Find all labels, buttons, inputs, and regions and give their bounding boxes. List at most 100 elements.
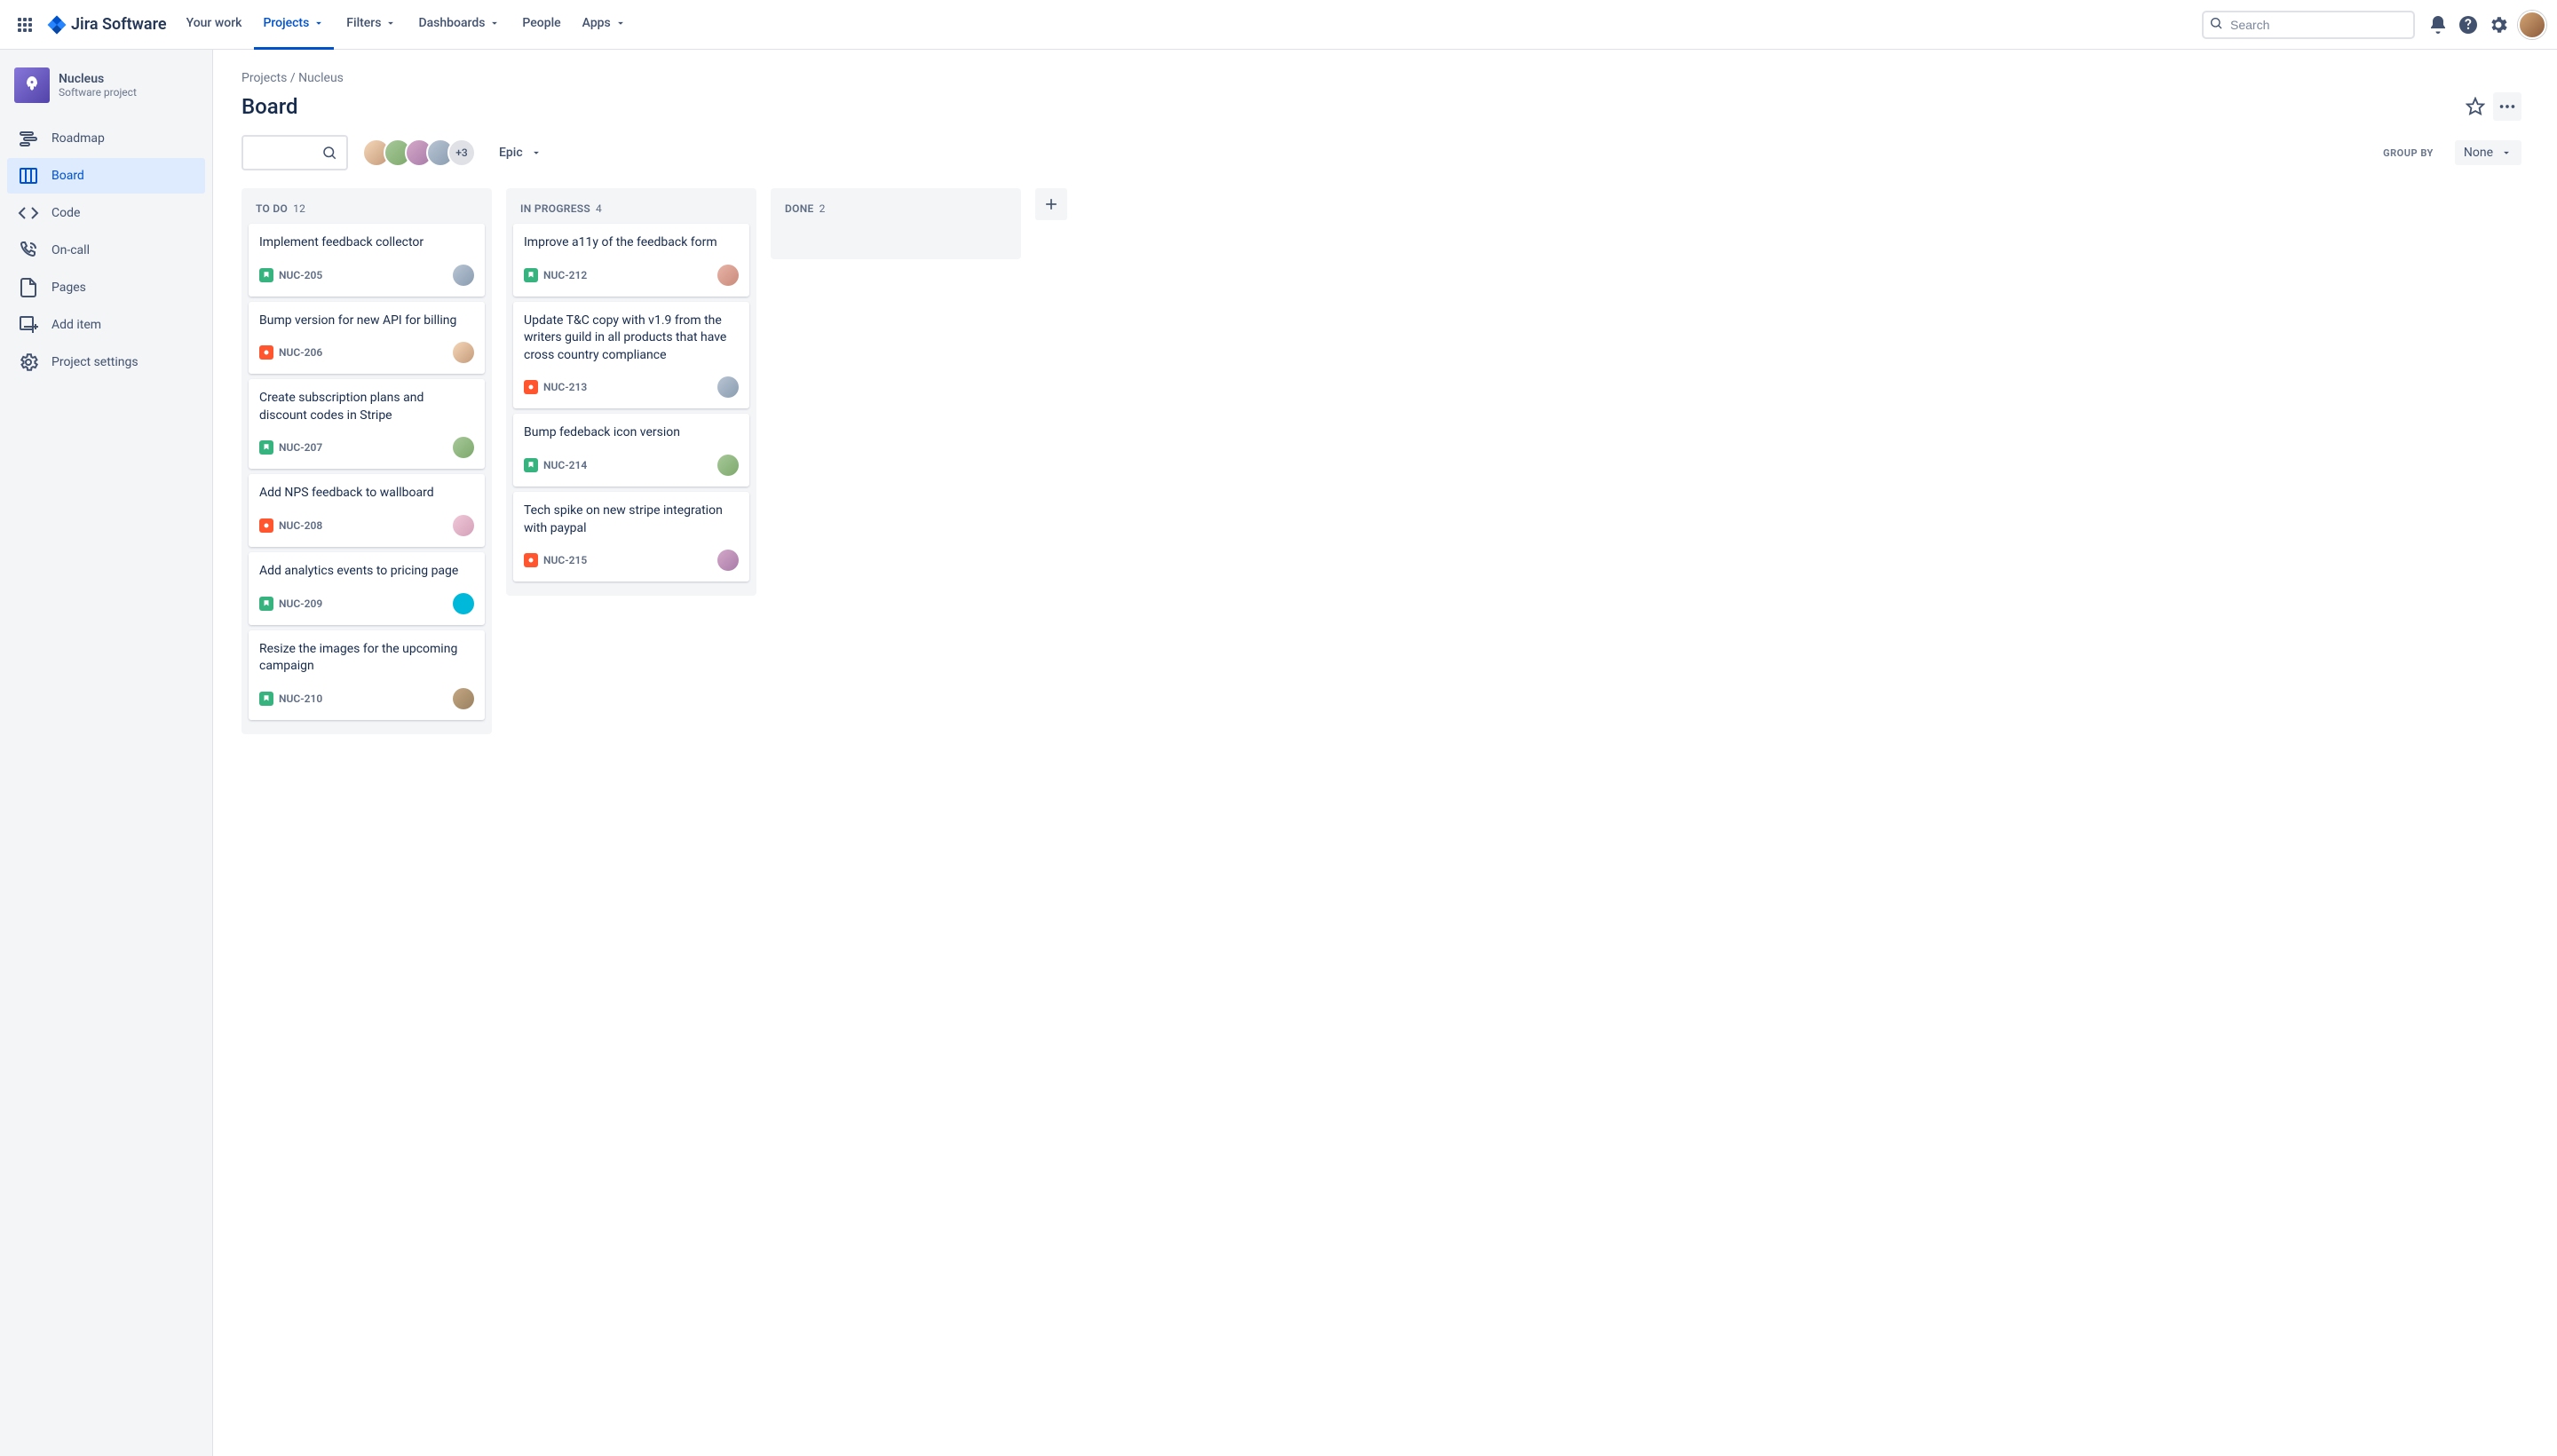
nav-item-filters[interactable]: Filters bbox=[337, 0, 406, 50]
nav-item-people[interactable]: People bbox=[513, 0, 569, 50]
issue-type-story-icon bbox=[524, 268, 538, 282]
assignee-filter-avatars: +3 bbox=[362, 138, 476, 167]
issue-type-story-icon bbox=[259, 268, 273, 282]
issue-type-bug-icon bbox=[524, 553, 538, 567]
sidebar-item-project-settings[interactable]: Project settings bbox=[7, 344, 205, 380]
issue-title: Add NPS feedback to wallboard bbox=[259, 485, 474, 502]
issue-card[interactable]: Bump version for new API for billingNUC-… bbox=[249, 302, 485, 375]
sidebar-item-add-item[interactable]: Add item bbox=[7, 307, 205, 343]
sidebar-item-roadmap[interactable]: Roadmap bbox=[7, 121, 205, 156]
assignee-avatar[interactable] bbox=[453, 515, 474, 536]
sidebar-item-label: Roadmap bbox=[51, 131, 105, 146]
issue-key: NUC-206 bbox=[279, 346, 322, 359]
issue-type-bug-icon bbox=[259, 518, 273, 533]
board-column-done: DONE2 bbox=[771, 188, 1021, 259]
jira-logo[interactable]: Jira Software bbox=[46, 14, 167, 36]
breadcrumb-parent[interactable]: Projects bbox=[241, 71, 287, 85]
global-search[interactable] bbox=[2202, 11, 2415, 39]
notifications-button[interactable] bbox=[2424, 11, 2452, 39]
sidebar-item-code[interactable]: Code bbox=[7, 195, 205, 231]
column-header[interactable]: IN PROGRESS4 bbox=[511, 197, 751, 224]
help-button[interactable] bbox=[2454, 11, 2482, 39]
assignee-avatar[interactable] bbox=[453, 688, 474, 709]
add-column-button[interactable] bbox=[1035, 188, 1067, 220]
additem-icon bbox=[18, 314, 39, 336]
sidebar-item-pages[interactable]: Pages bbox=[7, 270, 205, 305]
nav-item-projects[interactable]: Projects bbox=[254, 0, 334, 50]
issue-title: Add analytics events to pricing page bbox=[259, 563, 474, 581]
issue-key: NUC-207 bbox=[279, 441, 322, 454]
issue-key: NUC-210 bbox=[279, 692, 322, 705]
assignee-avatar[interactable] bbox=[717, 265, 739, 286]
star-button[interactable] bbox=[2461, 92, 2490, 121]
top-navigation: Jira Software Your work Projects Filters Da… bbox=[0, 0, 2557, 50]
sidebar-item-board[interactable]: Board bbox=[7, 158, 205, 194]
more-button[interactable] bbox=[2493, 92, 2521, 121]
issue-card[interactable]: Add analytics events to pricing pageNUC-… bbox=[249, 552, 485, 625]
assignee-avatar[interactable] bbox=[453, 342, 474, 363]
kanban-board: TO DO12Implement feedback collectorNUC-2… bbox=[241, 188, 2521, 734]
epic-filter-button[interactable]: Epic bbox=[490, 140, 551, 165]
issue-card[interactable]: Update T&C copy with v1.9 from the write… bbox=[513, 302, 749, 409]
assignee-avatar[interactable] bbox=[717, 455, 739, 476]
sidebar-item-label: Pages bbox=[51, 281, 86, 295]
roadmap-icon bbox=[18, 128, 39, 149]
oncall-icon bbox=[18, 240, 39, 261]
sidebar-item-on-call[interactable]: On-call bbox=[7, 233, 205, 268]
board-search[interactable] bbox=[241, 135, 348, 170]
jira-logo-icon bbox=[46, 14, 67, 36]
nav-item-label: Apps bbox=[582, 16, 611, 30]
breadcrumb: Projects / Nucleus bbox=[241, 71, 2521, 85]
rocket-icon bbox=[21, 75, 43, 96]
groupby-select[interactable]: None bbox=[2455, 140, 2521, 165]
assignee-avatar[interactable] bbox=[453, 437, 474, 458]
issue-card[interactable]: Improve a11y of the feedback formNUC-212 bbox=[513, 224, 749, 297]
main-content: Projects / Nucleus Board +3 bbox=[213, 50, 2557, 1456]
sidebar-item-label: On-call bbox=[51, 243, 90, 257]
groupby-value: None bbox=[2464, 146, 2493, 160]
issue-card[interactable]: Add NPS feedback to wallboardNUC-208 bbox=[249, 474, 485, 547]
settings-button[interactable] bbox=[2484, 11, 2513, 39]
issue-card[interactable]: Bump fedeback icon version NUC-214 bbox=[513, 414, 749, 487]
issue-type-story-icon bbox=[524, 458, 538, 472]
project-header[interactable]: Nucleus Software project bbox=[7, 67, 205, 121]
issue-key: NUC-212 bbox=[543, 269, 587, 281]
column-header[interactable]: TO DO12 bbox=[247, 197, 487, 224]
issue-card[interactable]: Tech spike on new stripe integration wit… bbox=[513, 492, 749, 582]
column-header[interactable]: DONE2 bbox=[776, 197, 1016, 224]
search-input[interactable] bbox=[2202, 11, 2415, 39]
issue-type-bug-icon bbox=[259, 345, 273, 360]
nav-items: Your work Projects Filters Dashboards People… bbox=[178, 0, 636, 50]
issue-key: NUC-214 bbox=[543, 459, 587, 471]
issue-card[interactable]: Create subscription plans and discount c… bbox=[249, 379, 485, 469]
profile-avatar[interactable] bbox=[2518, 11, 2546, 39]
nav-item-apps[interactable]: Apps bbox=[574, 0, 636, 50]
code-icon bbox=[18, 202, 39, 224]
assignee-avatar[interactable] bbox=[453, 265, 474, 286]
issue-card[interactable]: Implement feedback collectorNUC-205 bbox=[249, 224, 485, 297]
plus-icon bbox=[1042, 195, 1060, 213]
issue-key: NUC-213 bbox=[543, 381, 587, 393]
nav-item-label: Projects bbox=[263, 16, 309, 30]
nav-item-your-work[interactable]: Your work bbox=[178, 0, 251, 50]
assignee-avatar[interactable] bbox=[453, 593, 474, 614]
sidebar-item-label: Board bbox=[51, 169, 84, 183]
nav-item-dashboards[interactable]: Dashboards bbox=[409, 0, 510, 50]
nav-item-label: Dashboards bbox=[418, 16, 485, 30]
avatar-filter-more[interactable]: +3 bbox=[447, 138, 476, 167]
issue-type-story-icon bbox=[259, 692, 273, 706]
nav-item-label: Your work bbox=[186, 16, 242, 30]
issue-title: Bump fedeback icon version bbox=[524, 424, 739, 442]
chevron-down-icon bbox=[530, 146, 542, 159]
page-title: Board bbox=[241, 94, 298, 119]
groupby-label: GROUP BY bbox=[2383, 147, 2434, 159]
star-icon bbox=[2466, 97, 2485, 116]
issue-card[interactable]: Resize the images for the upcoming campa… bbox=[249, 630, 485, 720]
jira-logo-text: Jira Software bbox=[71, 15, 167, 34]
assignee-avatar[interactable] bbox=[717, 376, 739, 398]
bell-icon bbox=[2427, 14, 2449, 36]
chevron-down-icon bbox=[614, 17, 627, 29]
app-switcher-button[interactable] bbox=[11, 11, 39, 39]
column-count: 12 bbox=[293, 202, 305, 215]
assignee-avatar[interactable] bbox=[717, 550, 739, 571]
